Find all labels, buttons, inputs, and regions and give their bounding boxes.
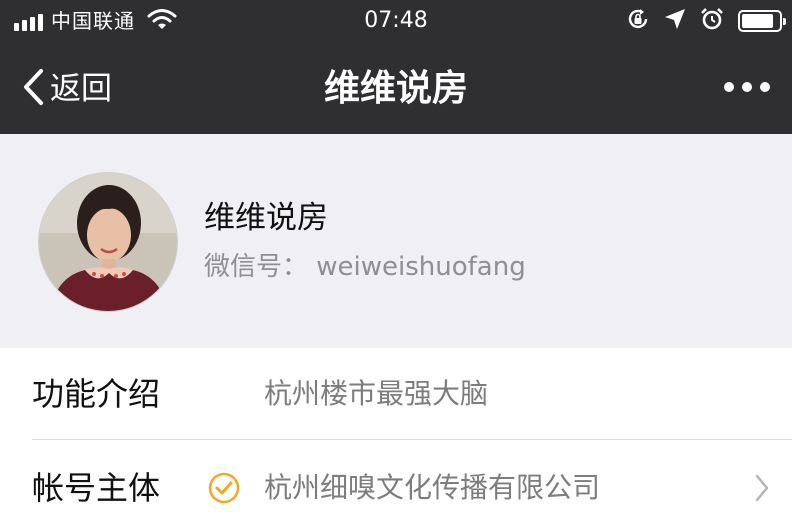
location-arrow-icon [664, 8, 686, 34]
wechat-id: 微信号： weiweishuofang [204, 252, 526, 282]
chevron-right-icon [754, 474, 770, 506]
battery-icon [738, 10, 786, 32]
row-value: 杭州楼市最强大脑 [264, 377, 489, 410]
avatar [38, 172, 178, 312]
navigation-bar: 返回 维维说房 [0, 44, 792, 134]
rotation-lock-icon [626, 7, 650, 35]
row-value: 杭州细嗅文化传播有限公司 [264, 471, 601, 504]
alarm-clock-icon [700, 7, 724, 35]
profile-name: 维维说房 [204, 200, 328, 236]
info-row-introduction: 功能介绍 杭州楼市最强大脑 [0, 348, 792, 440]
page-title: 维维说房 [323, 68, 468, 109]
info-row-account-entity[interactable]: 帐号主体 杭州细嗅文化传播有限公司 [0, 440, 792, 530]
status-right [626, 7, 786, 35]
row-label: 功能介绍 [32, 375, 161, 413]
battery-nub [783, 18, 786, 25]
verified-check-icon [208, 472, 240, 508]
profile-header: 维维说房 微信号： weiweishuofang [0, 134, 792, 349]
status-bar: 中国联通 07:48 [0, 0, 792, 44]
row-label: 帐号主体 [32, 469, 161, 507]
more-dots-icon[interactable] [724, 82, 770, 92]
battery-fill [742, 14, 773, 28]
